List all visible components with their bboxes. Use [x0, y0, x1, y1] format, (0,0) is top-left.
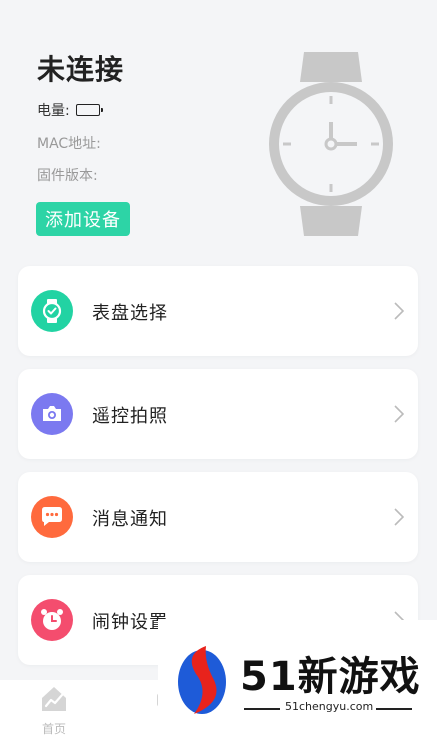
firmware-version-label: 固件版本: [37, 168, 98, 184]
menu-label-notifications: 消息通知 [92, 509, 168, 530]
watch-face-icon [31, 290, 73, 332]
mac-address-label: MAC地址: [37, 136, 101, 152]
battery-info: 电量: [37, 100, 103, 120]
watermark-divider-right [376, 708, 412, 710]
chevron-right-icon [394, 302, 404, 320]
menu-label-alarm: 闹钟设置 [92, 612, 168, 633]
nav-tab-home[interactable]: 首页 [29, 684, 79, 737]
connection-status: 未连接 [37, 53, 125, 86]
message-icon [31, 496, 73, 538]
menu-item-watch-face[interactable]: 表盘选择 [18, 266, 418, 356]
menu-label-remote-camera: 遥控拍照 [92, 406, 168, 427]
chevron-right-icon [394, 405, 404, 423]
add-device-button[interactable]: 添加设备 [36, 202, 130, 236]
home-icon [42, 687, 66, 711]
camera-icon [31, 393, 73, 435]
watermark: 51新游戏 51chengyu.com [158, 620, 437, 740]
watermark-divider-left [244, 708, 280, 710]
alarm-clock-icon [31, 599, 73, 641]
menu-label-watch-face: 表盘选择 [92, 303, 168, 324]
menu-item-remote-camera[interactable]: 遥控拍照 [18, 369, 418, 459]
watch-illustration-icon [269, 52, 393, 236]
watermark-url: 51chengyu.com [285, 700, 374, 713]
menu-item-notifications[interactable]: 消息通知 [18, 472, 418, 562]
chevron-right-icon [394, 508, 404, 526]
watermark-logo-icon [178, 646, 226, 714]
battery-icon [75, 104, 103, 116]
nav-label-home: 首页 [41, 722, 66, 736]
watermark-brand: 51新游戏 [240, 654, 421, 700]
device-header: 未连接 电量: MAC地址: 固件版本: 添加设备 [0, 0, 437, 255]
battery-label: 电量: [37, 103, 70, 119]
